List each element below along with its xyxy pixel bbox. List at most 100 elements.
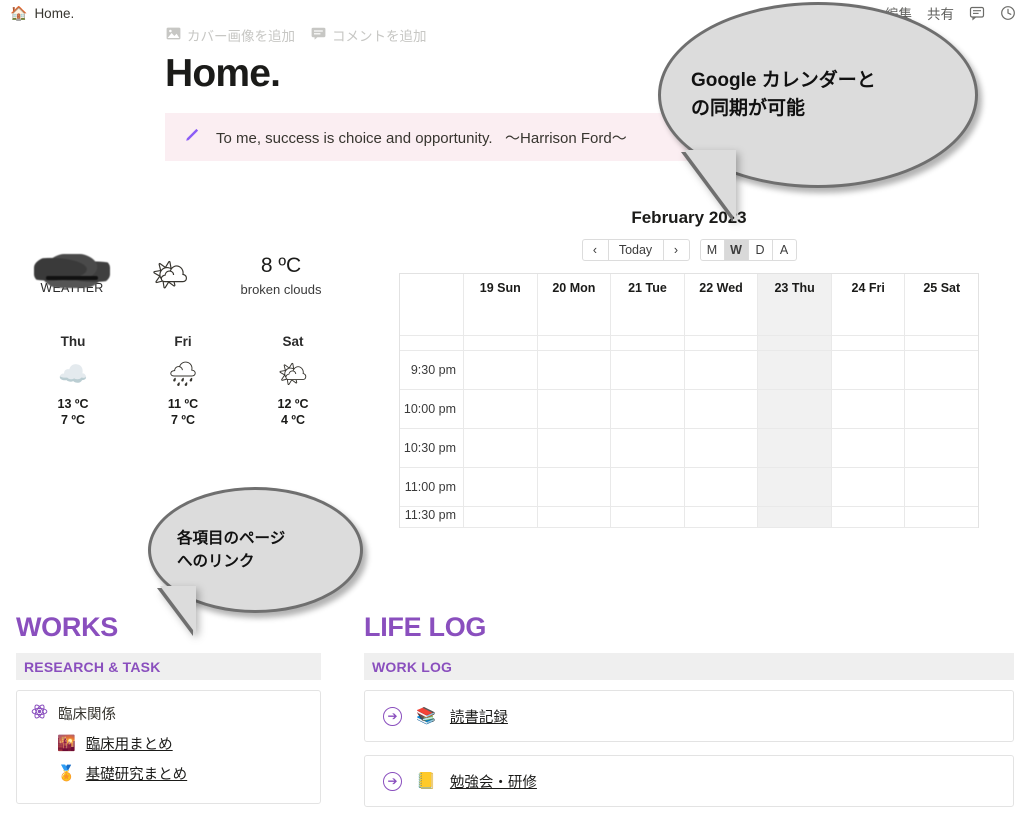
calendar-day-header[interactable]: 19 Sun	[464, 274, 538, 336]
calendar-slot-cell[interactable]	[905, 390, 978, 429]
calendar-slot-cell[interactable]	[758, 468, 832, 507]
atom-icon	[31, 703, 48, 724]
calendar-view-month[interactable]: M	[700, 239, 725, 261]
arrow-right-circle-icon[interactable]: ➔	[383, 707, 402, 726]
calendar-slot-cell[interactable]	[611, 351, 685, 390]
calendar-allday-cell[interactable]	[832, 336, 906, 351]
breadcrumb[interactable]: 🏠 Home.	[10, 6, 74, 21]
calendar-allday-cell[interactable]	[758, 336, 832, 351]
calendar-slot-cell[interactable]	[758, 390, 832, 429]
forecast-day: Thu ☁️ 13 ºC 7 ºC	[18, 334, 128, 427]
calendar-allday-cell[interactable]	[464, 336, 538, 351]
forecast-day-name: Thu	[18, 334, 128, 349]
calendar-day-header[interactable]: 22 Wed	[685, 274, 759, 336]
works-link-label[interactable]: 基礎研究まとめ	[86, 763, 188, 784]
weather-forecast: Thu ☁️ 13 ºC 7 ºC Fri 🌧 11 ºC 7 ºC Sat 🌤…	[18, 334, 348, 427]
calendar-slot-cell[interactable]	[758, 351, 832, 390]
calendar-day-label: 21 Tue	[628, 281, 667, 335]
calendar-day-header[interactable]: 25 Sat	[905, 274, 978, 336]
calendar-slot-cell[interactable]	[611, 429, 685, 468]
calendar-allday-cell[interactable]	[685, 336, 759, 351]
calendar-prev-button[interactable]: ‹	[582, 239, 609, 261]
life-log-item-label[interactable]: 読書記録	[450, 706, 508, 727]
forecast-day: Fri 🌧 11 ºC 7 ºC	[128, 334, 238, 427]
calendar-slot-cell[interactable]	[832, 468, 906, 507]
calendar-slot-cell[interactable]	[685, 507, 759, 528]
house-icon: 🏠	[10, 6, 27, 20]
calendar-time-row: 11:30 pm	[400, 507, 978, 528]
works-group-label: 臨床関係	[58, 703, 116, 724]
add-comment-button[interactable]: コメントを追加	[311, 25, 427, 45]
calendar-time-row: 11:00 pm	[400, 468, 978, 507]
calendar-slot-cell[interactable]	[685, 429, 759, 468]
calendar-slot-cell[interactable]	[464, 507, 538, 528]
calendar-slot-cell[interactable]	[464, 390, 538, 429]
calendar-view-day[interactable]: D	[748, 239, 773, 261]
calendar-slot-cell[interactable]	[538, 351, 612, 390]
works-link[interactable]: 🌇 臨床用まとめ	[57, 733, 306, 754]
life-log-item[interactable]: ➔ 📚 読書記録	[364, 690, 1014, 742]
life-log-item-label[interactable]: 勉強会・研修	[450, 771, 537, 792]
calendar-slot-cell[interactable]	[538, 390, 612, 429]
cloud-moon-icon: 🌤	[126, 250, 214, 302]
calendar-slot-cell[interactable]	[832, 507, 906, 528]
life-log-item[interactable]: ➔ 📒 勉強会・研修	[364, 755, 1014, 807]
forecast-low: 7 ºC	[128, 413, 238, 427]
calendar-next-button[interactable]: ›	[663, 239, 690, 261]
arrow-right-circle-icon[interactable]: ➔	[383, 772, 402, 791]
calendar-slot-cell[interactable]	[464, 429, 538, 468]
calendar-slot-cell[interactable]	[538, 507, 612, 528]
weather-current-description: broken clouds	[214, 282, 348, 297]
weather-current-temperature: 8 ºC	[214, 254, 348, 278]
works-group: 臨床関係	[31, 703, 306, 724]
clock-icon[interactable]	[1000, 5, 1016, 21]
calendar-day-header-today[interactable]: 23 Thu	[758, 274, 832, 336]
calendar-slot-cell[interactable]	[611, 390, 685, 429]
calendar-slot-cell[interactable]	[464, 351, 538, 390]
calendar-slot-cell[interactable]	[611, 507, 685, 528]
breadcrumb-label[interactable]: Home.	[34, 6, 74, 21]
calendar-slot-cell[interactable]	[832, 351, 906, 390]
calendar-slot-cell[interactable]	[905, 351, 978, 390]
calendar-time-row: 10:00 pm	[400, 390, 978, 429]
cloud-moon-icon: 🌤	[238, 363, 348, 387]
calendar-day-header[interactable]: 20 Mon	[538, 274, 612, 336]
calendar-day-header[interactable]: 24 Fri	[832, 274, 906, 336]
calendar-view-week[interactable]: W	[724, 239, 749, 261]
bubble-text-line1: Google カレンダーと	[691, 67, 945, 95]
medal-emoji-icon: 🏅	[57, 766, 76, 781]
calendar-slot-cell[interactable]	[538, 468, 612, 507]
calendar-slot-cell[interactable]	[905, 429, 978, 468]
calendar-day-header[interactable]: 21 Tue	[611, 274, 685, 336]
life-log-section: LIFE LOG WORK LOG ➔ 📚 読書記録 ➔ 📒 勉強会・研修	[364, 612, 1014, 807]
calendar-time-label: 10:30 pm	[400, 429, 464, 468]
calendar-slot-cell[interactable]	[685, 390, 759, 429]
books-emoji-icon: 📚	[416, 706, 436, 726]
weather-location: WEATHER	[18, 250, 126, 295]
calendar-slot-cell[interactable]	[832, 429, 906, 468]
calendar-day-label: 25 Sat	[923, 281, 960, 335]
calendar-slot-cell[interactable]	[758, 429, 832, 468]
calendar-slot-cell[interactable]	[685, 468, 759, 507]
calendar-slot-cell[interactable]	[832, 390, 906, 429]
calendar-slot-cell[interactable]	[758, 507, 832, 528]
annotation-bubble-links: 各項目のページ へのリンク	[148, 487, 368, 647]
calendar-today-button[interactable]: Today	[608, 239, 664, 261]
calendar-slot-cell[interactable]	[905, 507, 978, 528]
calendar-allday-cell[interactable]	[611, 336, 685, 351]
calendar-slot-cell[interactable]	[464, 468, 538, 507]
calendar-slot-cell[interactable]	[538, 429, 612, 468]
calendar-slot-cell[interactable]	[611, 468, 685, 507]
calendar-day-label: 24 Fri	[852, 281, 885, 335]
calendar-allday-cell[interactable]	[538, 336, 612, 351]
calendar-allday-cell[interactable]	[905, 336, 978, 351]
forecast-day-name: Sat	[238, 334, 348, 349]
works-link-label[interactable]: 臨床用まとめ	[86, 733, 173, 754]
works-link[interactable]: 🏅 基礎研究まとめ	[57, 763, 306, 784]
add-comment-label: コメントを追加	[332, 25, 427, 45]
calendar-slot-cell[interactable]	[905, 468, 978, 507]
calendar-view-agenda[interactable]: A	[772, 239, 797, 261]
calendar-slot-cell[interactable]	[685, 351, 759, 390]
page-title[interactable]: Home.	[165, 52, 280, 96]
add-cover-button[interactable]: カバー画像を追加	[166, 25, 295, 45]
